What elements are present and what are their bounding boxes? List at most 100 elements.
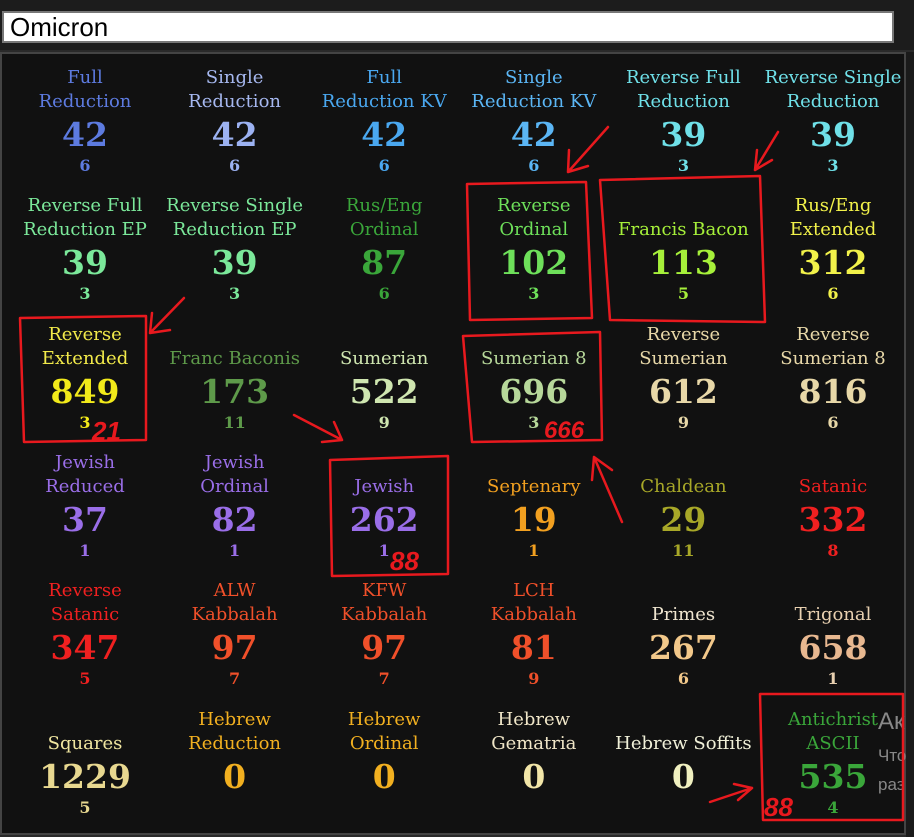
cipher-cell: Chaldean 29 11 bbox=[608, 443, 758, 571]
cipher-value: 29 bbox=[660, 499, 707, 539]
cipher-value: 39 bbox=[810, 115, 856, 154]
cipher-name: Reverse Satanic bbox=[48, 580, 122, 626]
cipher-reduced-value: 6 bbox=[79, 156, 91, 175]
cipher-value: 97 bbox=[211, 628, 258, 668]
cipher-name: Primes bbox=[651, 604, 716, 626]
cipher-value: 262 bbox=[349, 499, 419, 539]
cipher-reduced-value: 3 bbox=[827, 156, 839, 175]
cipher-reduced-value: 9 bbox=[677, 412, 689, 432]
cipher-value: 612 bbox=[648, 371, 718, 411]
search-input[interactable] bbox=[2, 11, 894, 43]
cipher-value: 658 bbox=[798, 628, 868, 668]
cipher-value: 82 bbox=[211, 499, 258, 539]
cipher-reduced-value: 4 bbox=[827, 797, 839, 817]
cipher-cell: Reverse Sumerian 612 9 bbox=[608, 315, 758, 443]
cipher-value: 39 bbox=[62, 243, 108, 283]
cipher-name: Hebrew Ordinal bbox=[347, 708, 421, 754]
cipher-value: 81 bbox=[510, 628, 557, 668]
cipher-cell: Jewish 262 1 bbox=[309, 443, 459, 571]
cipher-reduced-value: 3 bbox=[79, 412, 91, 432]
cipher-reduced-value: 1 bbox=[378, 540, 390, 560]
cipher-cell: Hebrew Reduction 0 bbox=[160, 700, 310, 828]
scrollbar-strip[interactable] bbox=[906, 52, 914, 837]
top-bar bbox=[0, 0, 914, 50]
cipher-name: Franc Baconis bbox=[169, 347, 300, 369]
cipher-value: 42 bbox=[211, 115, 258, 154]
cipher-name: Reverse Full Reduction bbox=[625, 67, 741, 112]
cipher-reduced-value: 3 bbox=[528, 284, 540, 304]
cipher-name: Jewish Ordinal bbox=[200, 451, 269, 497]
cipher-reduced-value: 1 bbox=[229, 540, 241, 560]
cipher-value: 312 bbox=[798, 243, 868, 283]
cipher-reduced-value: 1 bbox=[528, 540, 540, 560]
cipher-value: 42 bbox=[510, 115, 557, 154]
cipher-value: 267 bbox=[648, 628, 718, 668]
cipher-value: 37 bbox=[62, 499, 108, 539]
cipher-cell: Rus/Eng Ordinal 87 6 bbox=[309, 186, 459, 314]
cipher-cell: Reverse Ordinal 102 3 bbox=[459, 186, 609, 314]
cipher-value: 816 bbox=[798, 371, 868, 411]
side-text-1: Ак bbox=[878, 708, 905, 735]
cipher-reduced-value: 11 bbox=[672, 540, 695, 560]
cipher-name: Sumerian bbox=[340, 347, 429, 369]
cipher-cell: Reverse Single Reduction 39 3 bbox=[758, 58, 908, 186]
cipher-reduced-value: 6 bbox=[827, 412, 839, 432]
cipher-reduced-value: 6 bbox=[378, 156, 390, 175]
cipher-name: LCH Kabbalah bbox=[490, 580, 577, 626]
cipher-reduced-value: 6 bbox=[229, 156, 241, 175]
cipher-name: Full Reduction bbox=[38, 67, 132, 112]
cipher-value: 347 bbox=[50, 628, 120, 668]
cipher-cell: Hebrew Gematria 0 bbox=[459, 700, 609, 828]
cipher-reduced-value: 11 bbox=[223, 412, 246, 432]
cipher-cell: Full Reduction KV 42 6 bbox=[309, 58, 459, 186]
cipher-value: 849 bbox=[50, 371, 120, 411]
cipher-reduced-value: 7 bbox=[378, 669, 390, 689]
cipher-reduced-value: 1 bbox=[79, 540, 91, 560]
cipher-name: Septenary bbox=[487, 475, 581, 497]
cipher-reduced-value: 5 bbox=[79, 669, 91, 689]
cipher-value: 39 bbox=[211, 243, 258, 283]
cipher-value: 332 bbox=[798, 499, 868, 539]
cipher-value: 97 bbox=[361, 628, 408, 668]
cipher-cell: LCH Kabbalah 81 9 bbox=[459, 571, 609, 699]
cipher-cell: Septenary 19 1 bbox=[459, 443, 609, 571]
cipher-reduced-value: 3 bbox=[229, 284, 241, 304]
cipher-reduced-value: 6 bbox=[378, 284, 390, 304]
cipher-cell: Reverse Satanic 347 5 bbox=[10, 571, 160, 699]
cipher-reduced-value: 8 bbox=[827, 540, 839, 560]
cipher-cell: Reverse Full Reduction EP 39 3 bbox=[10, 186, 160, 314]
cipher-cell: Franc Baconis 173 11 bbox=[160, 315, 310, 443]
cipher-cell: Reverse Full Reduction 39 3 bbox=[608, 58, 758, 186]
cipher-reduced-value: 3 bbox=[528, 412, 540, 432]
side-text-2: Что bbox=[878, 746, 907, 765]
cipher-cell: Rus/Eng Extended 312 6 bbox=[758, 186, 908, 314]
cipher-name: Hebrew Soffits bbox=[615, 732, 752, 754]
cipher-name: Single Reduction KV bbox=[471, 67, 597, 112]
cipher-name: Rus/Eng Extended bbox=[789, 195, 877, 241]
cipher-value: 0 bbox=[671, 756, 695, 796]
cipher-name: Rus/Eng Ordinal bbox=[345, 195, 423, 241]
cipher-reduced-value: 5 bbox=[677, 284, 689, 304]
cipher-name: Squares bbox=[47, 732, 123, 754]
cipher-cell: Hebrew Soffits 0 bbox=[608, 700, 758, 828]
cipher-cell: Francis Bacon 113 5 bbox=[608, 186, 758, 314]
cipher-value: 0 bbox=[223, 756, 247, 796]
cipher-name: Francis Bacon bbox=[618, 219, 749, 241]
cipher-cell: Single Reduction KV 42 6 bbox=[459, 58, 609, 186]
cipher-name: KFW Kabbalah bbox=[341, 580, 428, 626]
cipher-value: 42 bbox=[361, 115, 408, 154]
cipher-name: Jewish bbox=[354, 475, 415, 497]
cipher-cell: Single Reduction 42 6 bbox=[160, 58, 310, 186]
cipher-value: 39 bbox=[660, 115, 707, 154]
cipher-name: Hebrew Reduction bbox=[188, 708, 281, 754]
cipher-cell: KFW Kabbalah 97 7 bbox=[309, 571, 459, 699]
cipher-name: Reverse Single Reduction bbox=[764, 67, 902, 112]
cipher-name: Hebrew Gematria bbox=[491, 708, 577, 754]
cipher-cell: Squares 1229 5 bbox=[10, 700, 160, 828]
cipher-name: Reverse Extended bbox=[41, 323, 129, 369]
cipher-value: 522 bbox=[349, 371, 419, 411]
cipher-reduced-value: 7 bbox=[229, 669, 241, 689]
cipher-cell: Sumerian 522 9 bbox=[309, 315, 459, 443]
cipher-cell: Reverse Extended 849 3 bbox=[10, 315, 160, 443]
cipher-value: 87 bbox=[361, 243, 408, 283]
